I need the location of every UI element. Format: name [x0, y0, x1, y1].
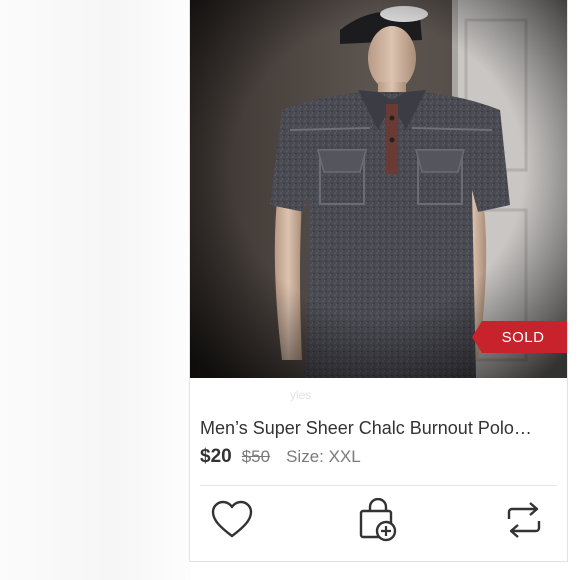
like-button[interactable]	[208, 496, 256, 544]
faded-brand-text: yles	[290, 388, 312, 402]
share-repost-icon	[507, 502, 541, 538]
add-to-bundle-button[interactable]	[354, 496, 402, 544]
share-button[interactable]	[500, 496, 548, 544]
size-label: Size: XXL	[286, 447, 361, 466]
current-price: $20	[200, 446, 232, 467]
heart-icon	[211, 500, 253, 538]
background-area	[0, 0, 190, 580]
original-price: $50	[241, 447, 271, 466]
product-photo[interactable]: SOLD	[190, 0, 567, 378]
divider	[200, 485, 557, 486]
listing-title[interactable]: Men’s Super Sheer Chalc Burnout Polo…	[200, 418, 560, 439]
sold-badge: SOLD	[472, 321, 567, 353]
price-row: $20 $50 Size: XXL	[200, 446, 361, 468]
shopping-bag-plus-icon	[359, 498, 397, 542]
listing-card[interactable]: SOLD yles Men’s Super Sheer Chalc Burnou…	[189, 0, 568, 562]
